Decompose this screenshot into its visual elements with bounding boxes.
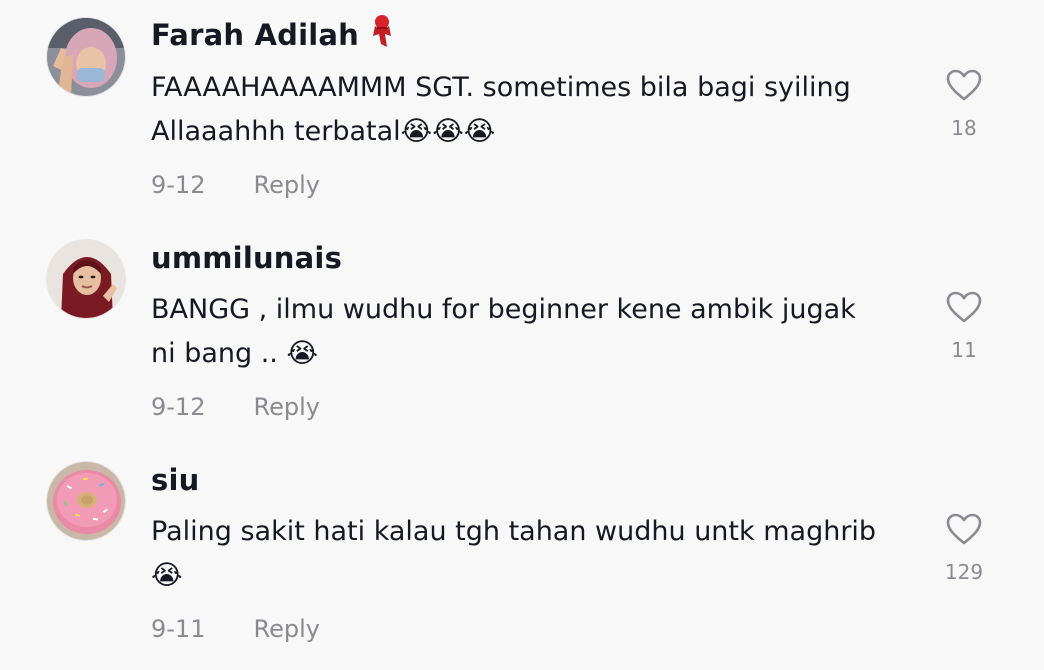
comment-date: 9-11 <box>151 615 206 643</box>
red-scarf-icon <box>369 14 395 55</box>
comment-text: BANGG , ilmu wudhu for beginner kene amb… <box>151 294 856 369</box>
comment-date: 9-12 <box>151 171 206 199</box>
comment-meta: 9-11 Reply <box>151 615 320 643</box>
like-count: 11 <box>951 338 977 362</box>
heart-icon[interactable] <box>945 68 983 102</box>
reply-button[interactable]: Reply <box>253 171 319 199</box>
comment-meta: 9-12 Reply <box>151 393 320 421</box>
comment-date: 9-12 <box>151 393 206 421</box>
comment-text: FAAAAHAAAAMMM SGT. sometimes bila bagi s… <box>151 72 851 147</box>
comment-text: Paling sakit hati kalau tgh tahan wudhu … <box>151 516 877 591</box>
reply-button[interactable]: Reply <box>253 393 319 421</box>
avatar[interactable] <box>46 461 126 541</box>
username[interactable]: siu <box>151 463 199 497</box>
like-count: 129 <box>944 560 984 584</box>
like-control: 18 <box>930 68 998 140</box>
comment-meta: 9-12 Reply <box>151 171 320 199</box>
username-text: siu <box>151 463 200 497</box>
avatar[interactable] <box>46 239 126 319</box>
like-count: 18 <box>951 116 977 140</box>
heart-icon[interactable] <box>945 290 983 324</box>
username[interactable]: Farah Adilah <box>151 14 395 55</box>
avatar-image <box>47 240 125 318</box>
like-control: 129 <box>930 512 998 584</box>
username-text: Farah Adilah <box>151 18 359 52</box>
username[interactable]: ummilunais <box>151 241 342 275</box>
reply-button[interactable]: Reply <box>253 615 319 643</box>
username-text: ummilunais <box>151 241 343 275</box>
heart-icon[interactable] <box>945 512 983 546</box>
avatar[interactable] <box>46 17 126 97</box>
avatar-image <box>47 18 125 96</box>
like-control: 11 <box>930 290 998 362</box>
avatar-image <box>47 462 125 540</box>
